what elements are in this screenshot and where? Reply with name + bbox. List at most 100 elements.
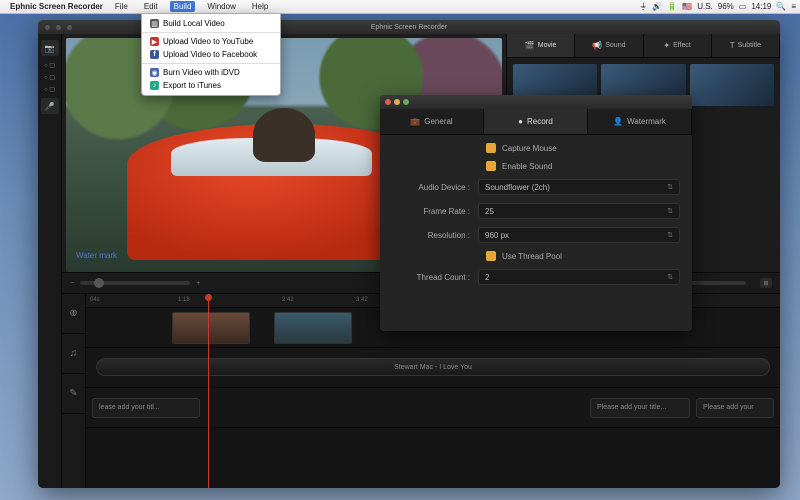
zoom-icon[interactable] — [403, 99, 409, 105]
title-track-icon[interactable]: ✎ — [62, 374, 85, 414]
subtitle-icon: T — [730, 41, 735, 50]
idvd-icon: ◉ — [150, 68, 159, 77]
settings-tab-record[interactable]: ● Record — [484, 109, 588, 134]
battery-pct: 96% — [718, 2, 734, 11]
audio-device-select[interactable]: Soundflower (2ch) ⇅ — [478, 179, 680, 195]
menu-help[interactable]: Help — [248, 1, 272, 12]
playhead[interactable] — [208, 294, 209, 488]
menu-extra-icon[interactable]: ≡ — [791, 2, 796, 11]
audio-track[interactable]: Stewart Mac - I Love You — [86, 348, 780, 388]
traffic-lights[interactable] — [44, 24, 73, 31]
tool-dot-1[interactable]: ○ ▢ — [41, 62, 59, 68]
thread-count-label: Thread Count : — [392, 273, 478, 282]
title-track[interactable]: lease add your titl... Please add your t… — [86, 388, 780, 428]
thread-pool-checkbox[interactable] — [486, 251, 496, 261]
menu-file[interactable]: File — [111, 1, 132, 12]
tab-sound-label: Sound — [605, 42, 625, 49]
wifi-icon[interactable]: ⏚ — [639, 1, 647, 12]
tab-subtitle-label: Subtitle — [738, 42, 761, 49]
watermark-icon: 👤 — [613, 117, 623, 126]
ruler-mark: 2:42 — [282, 297, 294, 303]
tab-sound[interactable]: 📢Sound — [575, 34, 643, 57]
tab-subtitle[interactable]: TSubtitle — [712, 34, 780, 57]
chevron-updown-icon: ⇅ — [667, 207, 673, 215]
settings-tab-watermark[interactable]: 👤 Watermark — [588, 109, 692, 134]
menu-burn-idvd[interactable]: ◉ Burn Video with iDVD — [142, 66, 280, 79]
minimize-icon[interactable] — [55, 24, 62, 31]
tool-dot-3[interactable]: ○ ▢ — [41, 86, 59, 92]
plus-icon[interactable]: + — [196, 280, 200, 287]
menu-build-local[interactable]: ▥ Build Local Video — [142, 17, 280, 30]
camera-tool[interactable]: 📷 — [41, 40, 59, 56]
chevron-updown-icon: ⇅ — [667, 183, 673, 191]
scrub-slider[interactable] — [80, 281, 190, 285]
tab-effect[interactable]: ✦Effect — [644, 34, 712, 57]
menubar-status: ⏚ 🔊 🔋 🇺🇸 U.S. 96% ▭ 14:19 🔍 ≡ — [639, 1, 796, 12]
close-icon[interactable] — [44, 24, 51, 31]
record-icon: ● — [518, 117, 523, 126]
resolution-select[interactable]: 960 px⇅ — [478, 227, 680, 243]
enable-sound-checkbox[interactable] — [486, 161, 496, 171]
build-dropdown: ▥ Build Local Video ▶ Upload Video to YouT… — [141, 14, 281, 96]
youtube-icon: ▶ — [150, 37, 159, 46]
video-clip-1[interactable] — [172, 312, 250, 344]
settings-tab-watermark-label: Watermark — [627, 117, 666, 126]
menu-window[interactable]: Window — [203, 1, 239, 12]
thread-pool-label: Use Thread Pool — [502, 252, 562, 261]
film-icon: ▥ — [150, 19, 159, 28]
title-input-2[interactable]: Please add your title... — [590, 398, 690, 418]
spotlight-icon[interactable]: 🔍 — [776, 2, 786, 11]
audio-device-value: Soundflower (2ch) — [485, 183, 550, 192]
ruler-mark: 3:42 — [356, 297, 368, 303]
title-input-3[interactable]: Please add your — [696, 398, 774, 418]
thumb-3[interactable] — [690, 64, 774, 106]
menu-upload-youtube-label: Upload Video to YouTube — [163, 37, 253, 46]
capture-mouse-checkbox[interactable] — [486, 143, 496, 153]
settings-tab-general[interactable]: 💼 General — [380, 109, 484, 134]
menu-build-local-label: Build Local Video — [163, 19, 225, 28]
minus-icon[interactable]: − — [70, 280, 74, 287]
close-icon[interactable] — [385, 99, 391, 105]
menu-upload-youtube[interactable]: ▶ Upload Video to YouTube — [142, 35, 280, 48]
tab-effect-label: Effect — [673, 42, 691, 49]
audio-clip[interactable]: Stewart Mac - I Love You — [96, 358, 770, 376]
menu-upload-facebook-label: Upload Video to Facebook — [163, 50, 257, 59]
video-track-icon[interactable]: ⊕ — [62, 294, 85, 334]
audio-device-label: Audio Device : — [392, 183, 478, 192]
ruler-mark: 04s — [90, 297, 100, 303]
battery-icon[interactable]: 🔋 — [667, 2, 677, 11]
watermark-overlay: Water mark — [76, 251, 117, 260]
chevron-updown-icon: ⇅ — [667, 231, 673, 239]
frame-rate-label: Frame Rate : — [392, 207, 478, 216]
menu-export-itunes[interactable]: ♪Export to iTunes — [142, 79, 280, 92]
settings-tab-record-label: Record — [527, 117, 553, 126]
settings-titlebar[interactable] — [380, 95, 692, 109]
thread-count-value: 2 — [485, 273, 489, 282]
tab-movie-label: Movie — [538, 42, 557, 49]
enable-sound-label: Enable Sound — [502, 162, 552, 171]
input-label: U.S. — [697, 2, 713, 11]
menu-burn-idvd-label: Burn Video with iDVD — [163, 68, 240, 77]
audio-track-icon[interactable]: ♫ — [62, 334, 85, 374]
chevron-updown-icon: ⇅ — [667, 273, 673, 281]
menu-edit[interactable]: Edit — [140, 1, 162, 12]
capture-mouse-label: Capture Mouse — [502, 144, 557, 153]
mic-tool[interactable]: 🎤 — [41, 98, 59, 114]
zoom-icon[interactable] — [66, 24, 73, 31]
input-flag[interactable]: 🇺🇸 — [682, 2, 692, 11]
audio-clip-label: Stewart Mac - I Love You — [394, 364, 472, 371]
tab-movie[interactable]: 🎬Movie — [507, 34, 575, 57]
tool-dot-2[interactable]: ○ ▢ — [41, 74, 59, 80]
menu-build[interactable]: Build — [170, 1, 196, 12]
settings-tab-general-label: General — [424, 117, 452, 126]
timeline-toggle-button[interactable]: ⊞ — [760, 278, 772, 288]
menu-upload-facebook[interactable]: fUpload Video to Facebook — [142, 48, 280, 61]
menu-export-itunes-label: Export to iTunes — [163, 81, 221, 90]
minimize-icon[interactable] — [394, 99, 400, 105]
title-input-1[interactable]: lease add your titl... — [92, 398, 200, 418]
thread-count-select[interactable]: 2⇅ — [478, 269, 680, 285]
video-clip-2[interactable] — [274, 312, 352, 344]
volume-icon[interactable]: 🔊 — [652, 2, 662, 11]
frame-rate-select[interactable]: 25⇅ — [478, 203, 680, 219]
general-icon: 💼 — [410, 117, 420, 126]
